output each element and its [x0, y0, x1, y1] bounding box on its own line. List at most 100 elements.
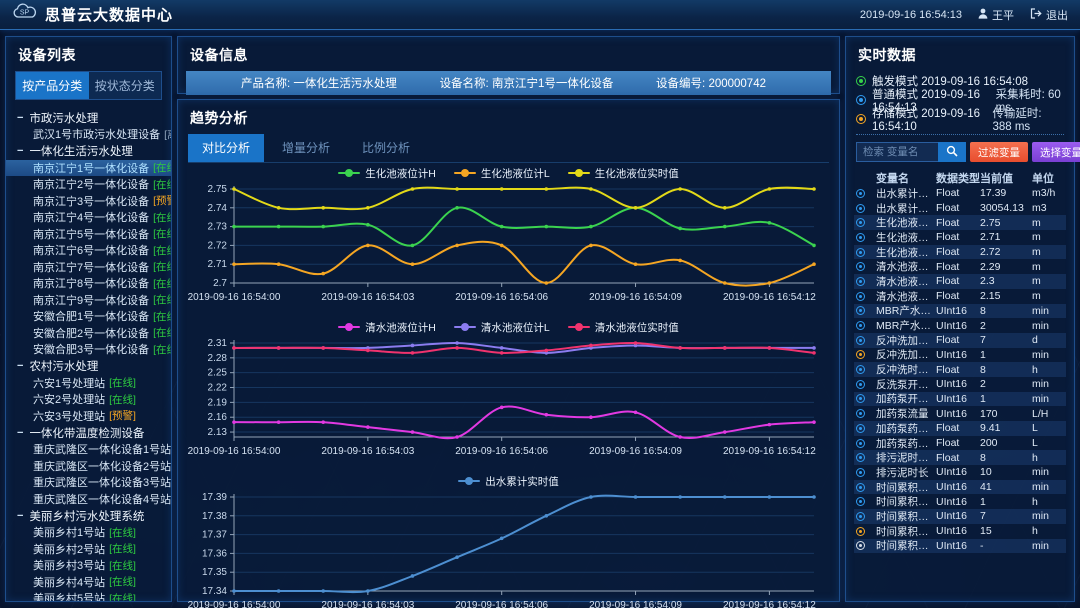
select-variables-button[interactable]: 选择变量 [1032, 142, 1080, 162]
device-item[interactable]: 六安2号处理站[在线] [6, 391, 171, 408]
variable-unit: L [1032, 422, 1066, 434]
device-status-badge: [离线] [164, 127, 171, 142]
device-item[interactable]: 安徽合肥2号一体化设备[在线] [6, 325, 171, 342]
device-item[interactable]: 安徽合肥3号一体化设备[在线] [6, 341, 171, 358]
device-item[interactable]: 武汉1号市政污水处理设备[离线] [6, 126, 171, 143]
legend-item[interactable]: 清水池液位计H [338, 320, 436, 335]
page-title: 思普云大数据中心 [45, 4, 173, 25]
device-status-badge: [在线] [109, 392, 136, 407]
collapse-icon[interactable]: − [17, 145, 23, 157]
device-item[interactable]: 重庆武隆区一体化设备4号站[预警] [6, 491, 171, 508]
variable-row[interactable]: 排污泥时间间隔Float8h [854, 450, 1066, 465]
variable-row[interactable]: 反洗泵开启反洗时长UInt162min [854, 377, 1066, 392]
variable-row[interactable]: 出水累计流量值Float30054.13m3 [854, 201, 1066, 216]
device-item[interactable]: 南京江宁7号一体化设备[在线] [6, 259, 171, 276]
variable-row[interactable]: MBR产水空曝时间分UInt162min [854, 318, 1066, 333]
legend-item[interactable]: 出水累计实时值 [458, 474, 559, 489]
variable-name: 加药泵流量 [876, 406, 936, 421]
variable-row[interactable]: 清水池液位计HFloat2.29m [854, 259, 1066, 274]
tab-by-status[interactable]: 按状态分类 [89, 72, 162, 99]
variable-row[interactable]: 加药泵药剂限定值Float200L [854, 436, 1066, 451]
device-item[interactable]: 重庆武隆区一体化设备3号站[在线] [6, 474, 171, 491]
collapse-icon[interactable]: − [17, 510, 23, 522]
device-item[interactable]: 重庆武隆区一体化设备2号站[预警] [6, 458, 171, 475]
device-item[interactable]: 南京江宁6号一体化设备[在线] [6, 242, 171, 259]
collapse-icon[interactable]: − [17, 427, 23, 439]
legend-item[interactable]: 生化池液位实时值 [568, 166, 679, 181]
legend-item[interactable]: 清水池液位计L [454, 320, 550, 335]
variable-row[interactable]: 时间累积泵后产水电动阀分UInt167min [854, 509, 1066, 524]
legend-item[interactable]: 生化池液位计H [338, 166, 436, 181]
device-status-badge: [在线] [109, 541, 136, 556]
tab-by-product[interactable]: 按产品分类 [16, 72, 89, 99]
variable-row[interactable]: 生化池液位计HFloat2.75m [854, 215, 1066, 230]
device-item[interactable]: 美丽乡村2号站[在线] [6, 541, 171, 558]
device-group[interactable]: −美丽乡村污水处理系统 [6, 507, 171, 524]
variable-value: 30054.13 [980, 202, 1032, 214]
search-button[interactable] [938, 142, 966, 162]
device-item[interactable]: 南京江宁8号一体化设备[在线] [6, 275, 171, 292]
user-menu[interactable]: 王平 [978, 7, 1014, 23]
device-item[interactable]: 美丽乡村5号站[在线] [6, 590, 171, 601]
device-item[interactable]: 南京江宁9号一体化设备[在线] [6, 292, 171, 309]
legend-item[interactable]: 生化池液位计L [454, 166, 550, 181]
variable-row[interactable]: 加药泵流量UInt16170L/H [854, 406, 1066, 421]
device-item[interactable]: 六安3号处理站[预警] [6, 408, 171, 425]
device-group[interactable]: −一体化带温度检测设备 [6, 424, 171, 441]
variable-row[interactable]: 加药泵开启运行时间UInt161min [854, 392, 1066, 407]
variable-row[interactable]: 反冲洗加药泵时间UInt161min [854, 348, 1066, 363]
device-status-badge: [在线] [109, 525, 136, 540]
device-group[interactable]: −一体化生活污水处理 [6, 143, 171, 160]
device-item[interactable]: 美丽乡村3号站[在线] [6, 557, 171, 574]
filter-variables-button[interactable]: 过滤变量 [970, 142, 1028, 162]
user-icon [978, 8, 988, 22]
variable-row[interactable]: 生化池液位计LFloat2.71m [854, 230, 1066, 245]
tab-increment-analysis[interactable]: 增量分析 [268, 134, 344, 162]
device-status-badge: [在线] [153, 342, 171, 357]
variable-row[interactable]: 生化池液位实时值Float2.72m [854, 245, 1066, 260]
trend-chart-1: 生化池液位计H 生化池液位计L 生化池液位实时值2.72.712.722.732.7… [178, 165, 839, 317]
device-item-label: 重庆武隆区一体化设备1号站 [33, 441, 171, 457]
device-item[interactable]: 重庆武隆区一体化设备1号站[预警] [6, 441, 171, 458]
variable-row[interactable]: 时间累积泵前产水电动阀分UInt16-min [854, 539, 1066, 554]
device-item[interactable]: 安徽合肥1号一体化设备[在线] [6, 308, 171, 325]
variable-value: - [980, 540, 1032, 552]
device-item[interactable]: 南京江宁2号一体化设备[在线] [6, 176, 171, 193]
variable-unit: d [1032, 334, 1066, 346]
variable-row[interactable]: 排污泥时长UInt1610min [854, 465, 1066, 480]
variable-name: 出水累计流量值 [876, 201, 936, 216]
variable-row[interactable]: 时间累积备用提升泵分UInt1641min [854, 480, 1066, 495]
device-item[interactable]: 美丽乡村1号站[在线] [6, 524, 171, 541]
collapse-icon[interactable]: − [17, 360, 23, 372]
device-item[interactable]: 南京江宁5号一体化设备[在线] [6, 226, 171, 243]
variable-row[interactable]: 清水池液位计LFloat2.3m [854, 274, 1066, 289]
device-item[interactable]: 南京江宁4号一体化设备[在线] [6, 209, 171, 226]
variable-row[interactable]: 加药泵药剂累计流量Float9.41L [854, 421, 1066, 436]
variable-row[interactable]: 时间累积备用提升泵时UInt161h [854, 494, 1066, 509]
variable-row[interactable]: 出水累计实时值Float17.39m3/h [854, 186, 1066, 201]
variable-row[interactable]: 时间累积泵后产水电动阀时UInt1615h [854, 524, 1066, 539]
variable-row[interactable]: 反冲洗时间间隔Float8h [854, 362, 1066, 377]
variable-row[interactable]: 清水池液位实时值Float2.15m [854, 289, 1066, 304]
device-item[interactable]: 南京江宁1号一体化设备[在线] [6, 160, 171, 177]
device-item-label: 南京江宁6号一体化设备 [33, 242, 149, 258]
search-input[interactable] [856, 142, 938, 162]
legend-item[interactable]: 清水池液位实时值 [568, 320, 679, 335]
device-group[interactable]: −农村污水处理 [6, 358, 171, 375]
device-item[interactable]: 美丽乡村4号站[在线] [6, 574, 171, 591]
svg-text:2.13: 2.13 [208, 427, 228, 438]
tab-ratio-analysis[interactable]: 比例分析 [348, 134, 424, 162]
device-item-label: 南京江宁8号一体化设备 [33, 275, 149, 291]
device-group[interactable]: −市政污水处理 [6, 109, 171, 126]
collapse-icon[interactable]: − [17, 112, 23, 124]
logout-button[interactable]: 退出 [1030, 7, 1068, 23]
tab-compare-analysis[interactable]: 对比分析 [188, 134, 264, 162]
device-status-badge: [在线] [153, 292, 171, 307]
variable-value: 1 [980, 393, 1032, 405]
device-item[interactable]: 六安1号处理站[在线] [6, 375, 171, 392]
device-item[interactable]: 南京江宁3号一体化设备[预警] [6, 193, 171, 210]
variable-row[interactable]: 反冲洗加药泵间隔时间Float7d [854, 333, 1066, 348]
variable-icon [856, 468, 865, 477]
chart-plot-area: 2.72.712.722.732.742.752019-09-16 16:54:… [178, 181, 826, 312]
variable-row[interactable]: MBR产水泵产水时间分UInt168min [854, 304, 1066, 319]
